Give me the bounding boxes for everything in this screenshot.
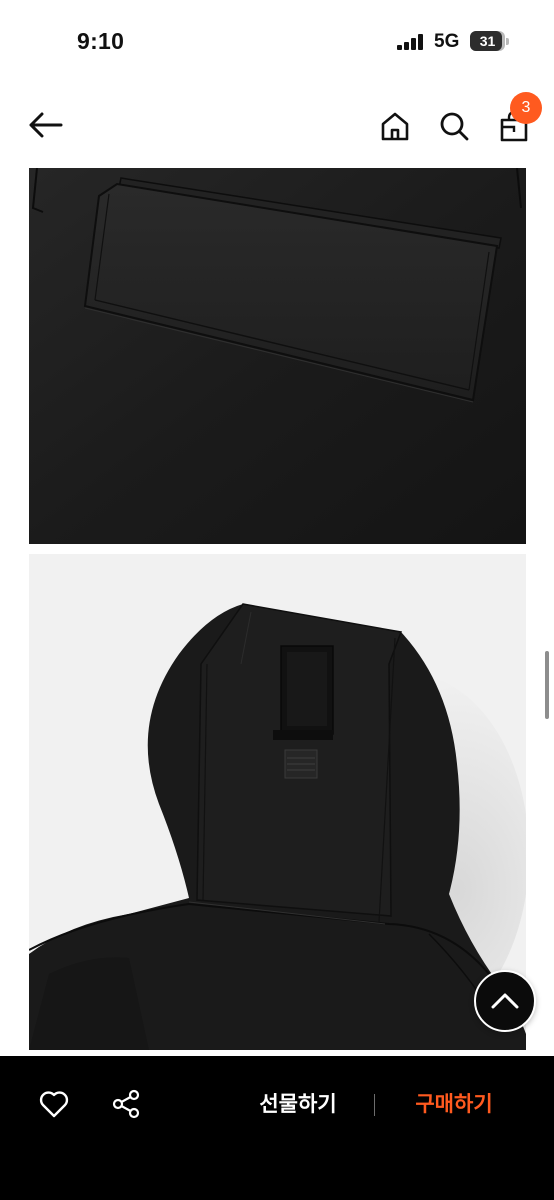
share-button[interactable] <box>108 1086 144 1122</box>
status-time: 9:10 <box>77 28 125 54</box>
chevron-up-icon <box>491 993 519 1009</box>
scrollbar[interactable] <box>545 651 549 719</box>
back-arrow-icon <box>29 112 63 138</box>
signal-icon <box>397 34 423 50</box>
battery-level-text: 31 <box>479 33 496 49</box>
jacket-hood-detail-image <box>29 554 526 1050</box>
status-bar: 9:10 5G 31 <box>0 0 554 84</box>
cart-count-badge: 3 <box>510 92 542 124</box>
search-icon <box>440 112 469 141</box>
home-icon <box>381 112 409 141</box>
buy-button[interactable]: 구매하기 <box>392 1086 516 1122</box>
gift-button[interactable]: 선물하기 <box>236 1086 360 1122</box>
jacket-pocket-detail-image <box>29 168 526 544</box>
battery-icon: 31 <box>470 31 510 51</box>
header-bar <box>0 84 554 168</box>
scroll-to-top-button[interactable] <box>474 970 536 1032</box>
heart-icon <box>39 1091 69 1118</box>
wishlist-button[interactable] <box>36 1086 72 1122</box>
network-label: 5G <box>434 31 460 52</box>
home-button[interactable] <box>376 106 414 146</box>
back-button[interactable] <box>24 106 66 144</box>
bottom-action-bar: 선물하기 구매하기 <box>0 1056 554 1200</box>
divider <box>374 1094 375 1116</box>
search-button[interactable] <box>434 106 474 146</box>
share-icon <box>112 1089 140 1119</box>
